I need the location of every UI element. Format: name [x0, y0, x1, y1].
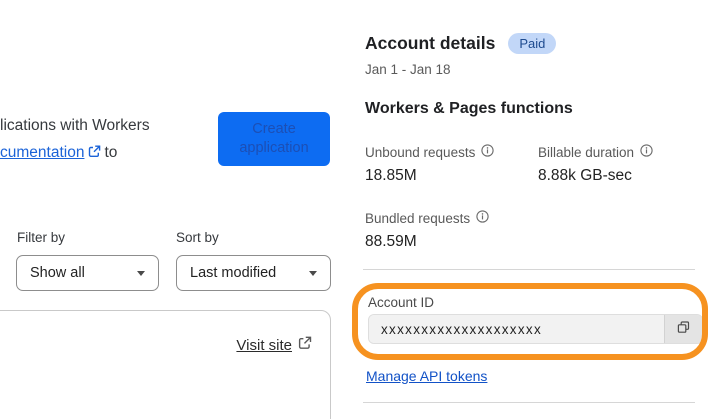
chevron-down-icon — [309, 270, 317, 276]
filter-dropdown-value: Show all — [30, 265, 85, 281]
project-card: Visit site — [0, 310, 331, 419]
bundled-requests-label: Bundled requests — [365, 210, 489, 226]
copy-icon — [676, 320, 691, 338]
info-icon[interactable] — [640, 144, 653, 160]
account-details-title: Account details — [365, 33, 496, 53]
external-link-icon — [88, 140, 101, 167]
stat-label-text: Unbound requests — [365, 144, 476, 160]
intro-line-2-suffix: to — [104, 144, 118, 161]
sort-dropdown[interactable]: Last modified — [176, 255, 331, 291]
create-application-label-line1: Create — [252, 121, 296, 137]
sort-dropdown-value: Last modified — [190, 265, 277, 281]
intro-text: lications with Workers cumentation to — [0, 112, 150, 167]
documentation-link[interactable]: cumentation — [0, 144, 84, 161]
intro-line-2: cumentation to — [0, 139, 150, 167]
create-application-label-line2: application — [239, 140, 309, 156]
manage-api-tokens-link[interactable]: Manage API tokens — [366, 368, 487, 384]
copy-account-id-button[interactable] — [664, 315, 702, 343]
account-id-input-group — [368, 314, 703, 344]
filter-by-label: Filter by — [17, 230, 66, 245]
info-icon[interactable] — [476, 210, 489, 226]
chevron-down-icon — [137, 270, 145, 276]
visit-site-link[interactable]: Visit site — [236, 336, 312, 354]
unbound-requests-value: 18.85M — [365, 167, 417, 184]
external-link-icon — [298, 336, 312, 354]
create-application-button[interactable]: Create application — [218, 112, 330, 166]
billable-duration-label: Billable duration — [538, 144, 653, 160]
date-range: Jan 1 - Jan 18 — [365, 62, 451, 77]
sort-by-label: Sort by — [176, 230, 219, 245]
stat-label-text: Bundled requests — [365, 210, 471, 226]
divider — [363, 402, 695, 403]
intro-line-1: lications with Workers — [0, 117, 150, 134]
account-id-input[interactable] — [369, 315, 664, 343]
bundled-requests-value: 88.59M — [365, 233, 417, 250]
workers-pages-dashboard: lications with Workers cumentation to Cre… — [0, 0, 718, 419]
functions-section-title: Workers & Pages functions — [365, 100, 573, 117]
account-id-label: Account ID — [368, 295, 435, 310]
stat-label-text: Billable duration — [538, 144, 635, 160]
unbound-requests-label: Unbound requests — [365, 144, 494, 160]
visit-site-label: Visit site — [236, 336, 292, 354]
info-icon[interactable] — [481, 144, 494, 160]
billable-duration-value: 8.88k GB-sec — [538, 167, 632, 184]
divider — [363, 269, 695, 270]
account-details-header: Account details Paid — [365, 33, 557, 54]
paid-badge: Paid — [508, 33, 557, 54]
filter-dropdown[interactable]: Show all — [16, 255, 159, 291]
